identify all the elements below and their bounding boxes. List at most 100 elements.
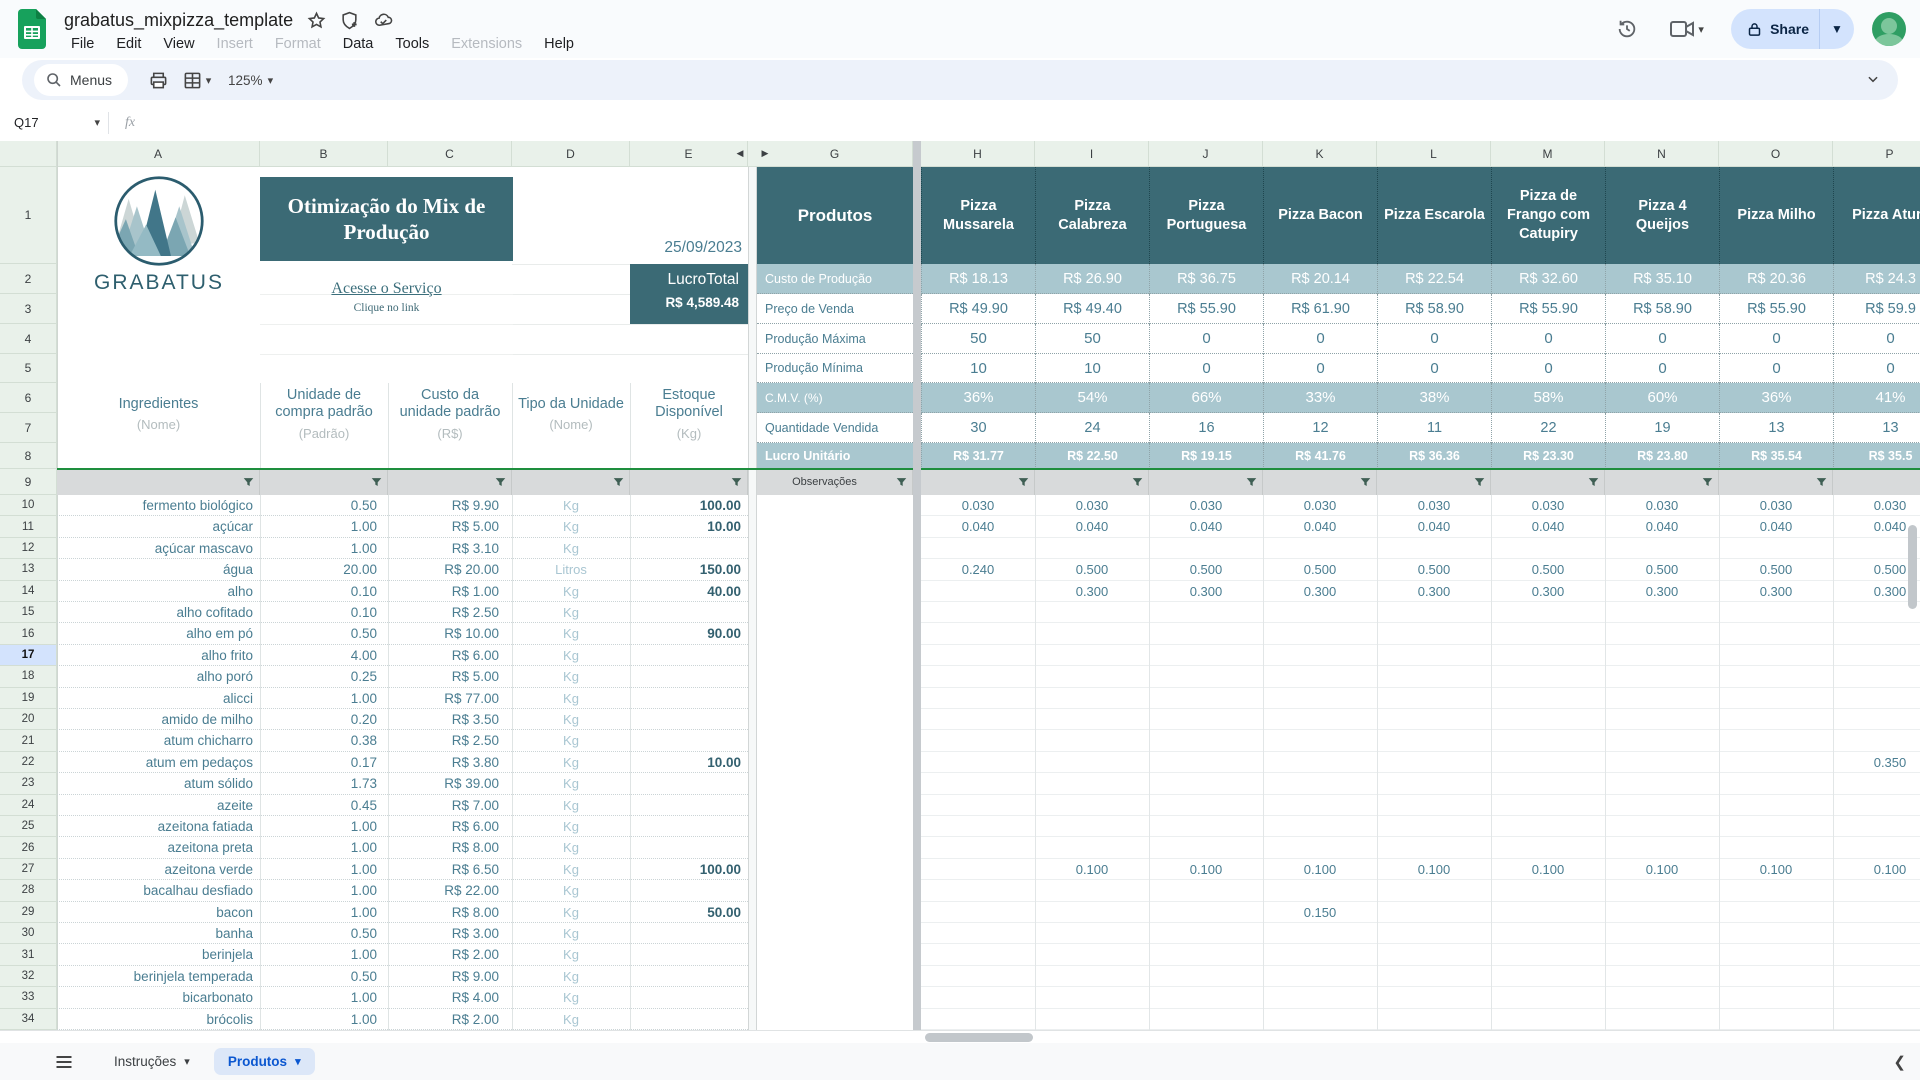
ingredient-type-cell[interactable]: Kg [512, 773, 630, 794]
ingredient-col-header-0[interactable]: Ingredientes(Nome) [57, 383, 260, 445]
filter-icon[interactable] [731, 477, 742, 488]
ingredient-stock-cell[interactable] [630, 944, 748, 965]
row-header-33[interactable]: 33 [0, 987, 57, 1008]
ingredient-unit-cell[interactable]: 1.00 [260, 880, 388, 901]
ingredient-name-cell[interactable]: azeitona verde [57, 859, 260, 880]
ingredient-name-cell[interactable]: bacalhau desfiado [57, 880, 260, 901]
ingredient-name-cell[interactable]: alho em pó [57, 623, 260, 644]
ingredient-name-cell[interactable]: açúcar mascavo [57, 538, 260, 559]
product-value-cell[interactable]: R$ 20.14 [1263, 264, 1377, 294]
product-value-cell[interactable]: 33% [1263, 383, 1377, 413]
row-header-31[interactable]: 31 [0, 944, 57, 965]
product-value-cell[interactable]: R$ 49.40 [1035, 294, 1149, 324]
product-value-cell[interactable]: R$ 41.76 [1263, 443, 1377, 469]
product-value-cell[interactable]: 10 [1035, 354, 1149, 383]
product-value-cell[interactable]: R$ 36.36 [1377, 443, 1491, 469]
row-header-2[interactable]: 2 [0, 264, 57, 294]
ingredient-cost-cell[interactable]: R$ 6.00 [388, 816, 512, 837]
mix-quantity-cell[interactable]: 0.500 [1491, 559, 1605, 580]
mix-quantity-cell[interactable]: 0.300 [1491, 581, 1605, 602]
ingredient-cost-cell[interactable]: R$ 1.00 [388, 581, 512, 602]
hidden-col-right-arrow[interactable]: ▶ [759, 148, 771, 160]
ingredient-unit-cell[interactable]: 1.00 [260, 859, 388, 880]
ingredient-type-cell[interactable]: Kg [512, 623, 630, 644]
col-header-L[interactable]: L [1377, 141, 1491, 167]
product-value-cell[interactable]: R$ 55.90 [1491, 294, 1605, 324]
product-value-cell[interactable]: R$ 22.54 [1377, 264, 1491, 294]
ingredient-unit-cell[interactable]: 0.50 [260, 495, 388, 516]
ingredient-type-cell[interactable]: Kg [512, 859, 630, 880]
ingredient-name-cell[interactable]: atum sólido [57, 773, 260, 794]
ingredient-cost-cell[interactable]: R$ 2.50 [388, 730, 512, 751]
mix-quantity-cell[interactable]: 0.030 [921, 495, 1035, 516]
ingredient-type-cell[interactable]: Litros [512, 559, 630, 580]
ingredient-name-cell[interactable]: bicarbonato [57, 987, 260, 1008]
col-header-B[interactable]: B [260, 141, 388, 167]
ingredient-unit-cell[interactable]: 1.00 [260, 688, 388, 709]
row-header-22[interactable]: 22 [0, 752, 57, 773]
product-value-cell[interactable]: 0 [1833, 324, 1920, 354]
ingredient-unit-cell[interactable]: 0.17 [260, 752, 388, 773]
ingredient-unit-cell[interactable]: 20.00 [260, 559, 388, 580]
ingredient-stock-cell[interactable] [630, 816, 748, 837]
ingredient-cost-cell[interactable]: R$ 39.00 [388, 773, 512, 794]
ingredient-type-cell[interactable]: Kg [512, 987, 630, 1008]
mix-quantity-cell[interactable]: 0.240 [921, 559, 1035, 580]
product-row-label-0[interactable]: Custo de Produção [757, 264, 913, 294]
ingredient-cost-cell[interactable]: R$ 8.00 [388, 837, 512, 858]
ingredient-type-cell[interactable]: Kg [512, 966, 630, 987]
ingredient-name-cell[interactable]: atum em pedaços [57, 752, 260, 773]
product-value-cell[interactable]: R$ 35.54 [1719, 443, 1833, 469]
product-value-cell[interactable]: 58% [1491, 383, 1605, 413]
product-value-cell[interactable]: R$ 61.90 [1263, 294, 1377, 324]
ingredient-cost-cell[interactable]: R$ 10.00 [388, 623, 512, 644]
ingredient-type-cell[interactable]: Kg [512, 581, 630, 602]
col-header-A[interactable]: A [57, 141, 260, 167]
col-header-N[interactable]: N [1605, 141, 1719, 167]
ingredient-stock-cell[interactable]: 40.00 [630, 581, 748, 602]
pizza-header-6[interactable]: Pizza 4 Queijos [1605, 167, 1719, 264]
filter-icon[interactable] [1588, 477, 1599, 488]
mix-quantity-cell[interactable]: 0.030 [1377, 495, 1491, 516]
ingredient-stock-cell[interactable] [630, 645, 748, 666]
col-header-C[interactable]: C [388, 141, 512, 167]
mix-quantity-cell[interactable]: 0.040 [1605, 516, 1719, 537]
product-value-cell[interactable]: R$ 24.3 [1833, 264, 1920, 294]
ingredient-stock-cell[interactable] [630, 602, 748, 623]
ingredient-type-cell[interactable]: Kg [512, 709, 630, 730]
product-value-cell[interactable]: 50 [1035, 324, 1149, 354]
product-value-cell[interactable]: 13 [1719, 413, 1833, 443]
product-value-cell[interactable]: 36% [921, 383, 1035, 413]
mix-quantity-cell[interactable]: 0.300 [1149, 581, 1263, 602]
product-value-cell[interactable]: R$ 31.77 [921, 443, 1035, 469]
ingredient-stock-cell[interactable] [630, 795, 748, 816]
product-value-cell[interactable]: 0 [1719, 354, 1833, 383]
ingredient-stock-cell[interactable] [630, 730, 748, 751]
ingredient-stock-cell[interactable]: 100.00 [630, 859, 748, 880]
pizza-header-3[interactable]: Pizza Bacon [1263, 167, 1377, 264]
ingredient-unit-cell[interactable]: 0.50 [260, 623, 388, 644]
col-header-E[interactable]: E [630, 141, 748, 167]
all-sheets-menu-icon[interactable] [54, 1052, 74, 1072]
row-header-7[interactable]: 7 [0, 413, 57, 443]
row-header-15[interactable]: 15 [0, 602, 57, 623]
product-value-cell[interactable]: R$ 18.13 [921, 264, 1035, 294]
row-header-4[interactable]: 4 [0, 324, 57, 354]
ingredient-name-cell[interactable]: amido de milho [57, 709, 260, 730]
ingredient-stock-cell[interactable] [630, 688, 748, 709]
product-value-cell[interactable]: 0 [1263, 354, 1377, 383]
ingredient-col-header-1[interactable]: Unidade de compra padrão(Padrão) [260, 383, 388, 445]
filter-icon[interactable] [1474, 477, 1485, 488]
ingredient-stock-cell[interactable] [630, 880, 748, 901]
ingredient-unit-cell[interactable]: 1.00 [260, 902, 388, 923]
ingredient-name-cell[interactable]: atum chicharro [57, 730, 260, 751]
mix-quantity-cell[interactable]: 0.350 [1833, 752, 1920, 773]
ingredient-cost-cell[interactable]: R$ 9.90 [388, 495, 512, 516]
col-header-H[interactable]: H [921, 141, 1035, 167]
sheet-tab-instruções[interactable]: Instruções▾ [100, 1048, 204, 1075]
ingredient-unit-cell[interactable]: 1.00 [260, 987, 388, 1008]
product-value-cell[interactable]: 12 [1263, 413, 1377, 443]
ingredient-type-cell[interactable]: Kg [512, 666, 630, 687]
ingredient-type-cell[interactable]: Kg [512, 730, 630, 751]
ingredient-stock-cell[interactable] [630, 773, 748, 794]
